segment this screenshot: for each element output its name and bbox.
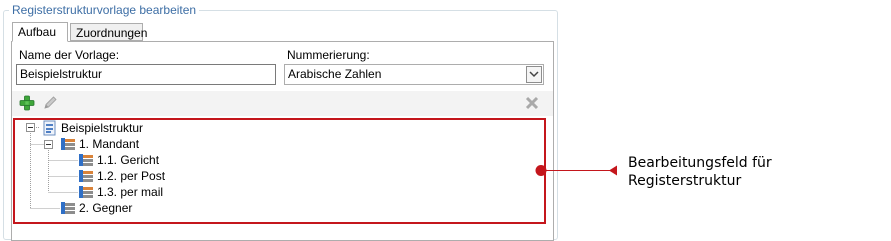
callout-line-1: Bearbeitungsfeld für <box>628 155 772 171</box>
callout-connector <box>535 165 617 176</box>
callout-label: Bearbeitungsfeld für Registerstruktur <box>628 154 772 190</box>
callout-line-2: Registerstruktur <box>628 173 742 189</box>
tab-aufbau[interactable]: Aufbau <box>12 22 68 42</box>
